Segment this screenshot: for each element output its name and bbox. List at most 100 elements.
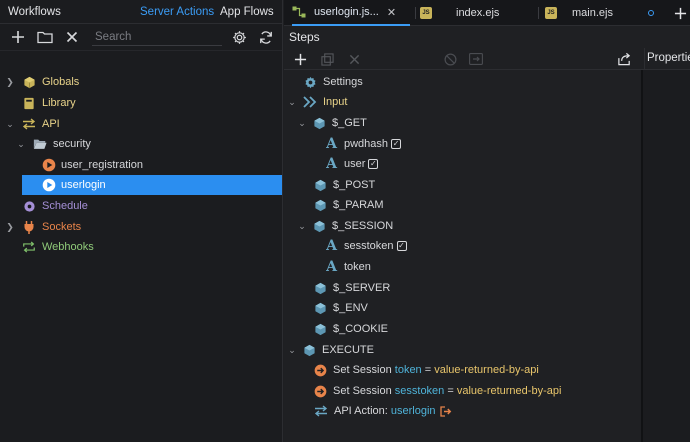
tree-item-label: Globals [42,76,80,88]
tree-item-security[interactable]: ⌄ security [0,134,282,154]
goto-icon[interactable] [439,405,452,417]
cube-icon [315,323,326,335]
cube-icon [315,199,326,211]
step-execute[interactable]: ⌄ EXECUTE [287,340,374,360]
cube-icon [314,220,325,232]
step-set-session-sesstoken[interactable]: Set Session sesstoken = value-returned-b… [314,381,561,401]
tree-item-api[interactable]: ⌄ API [0,114,282,134]
tree-item-userlogin[interactable]: userlogin [22,175,282,195]
checkbox-checked[interactable]: ✓ [396,241,407,251]
tree-item-library[interactable]: Library [0,93,282,113]
session-var: token [394,364,422,376]
tree-item-label: user_registration [61,159,143,171]
tab-userlogin[interactable]: userlogin.js... ✕ [292,0,410,26]
step-sesstoken[interactable]: A sesstoken ✓ [325,236,407,256]
chevron-down-icon[interactable]: ⌄ [297,118,307,129]
step-label: $_GET [332,117,367,129]
delete-step-icon[interactable] [346,51,362,67]
step-label: Input [323,96,348,108]
properties-title: Properties [647,52,690,64]
step-input[interactable]: ⌄ Input [287,92,347,112]
tree-item-label: Webhooks [42,241,94,253]
tree-item-label: userlogin [61,179,106,191]
chevron-down-icon[interactable]: ⌄ [16,139,26,149]
settings-gear-icon[interactable] [231,29,247,45]
tab-app-flows[interactable]: App Flows [220,6,274,18]
text-field-icon: A [326,136,337,152]
checkbox-checked[interactable]: ✓ [368,159,379,169]
folder-open-icon [33,137,47,151]
step-pwdhash[interactable]: A pwdhash ✓ [325,134,402,154]
tree-item-label: API [42,118,60,130]
step-settings[interactable]: Settings [304,72,363,92]
properties-panel [643,70,690,442]
step-prefix: Set Session [333,364,392,376]
step-cookie[interactable]: $_COOKIE [314,319,388,339]
step-server[interactable]: $_SERVER [314,278,390,298]
tab-server-actions[interactable]: Server Actions [140,6,214,18]
tree-item-label: Library [42,97,76,109]
session-value: value-returned-by-api [456,385,562,397]
session-var: sesstoken [394,385,445,397]
left-toolbar [0,24,282,51]
tree-item-sockets[interactable]: ❯ Sockets [0,217,282,237]
cube-icon [314,117,325,129]
copy-icon[interactable] [319,51,335,67]
move-icon[interactable] [468,51,484,67]
step-user[interactable]: A user ✓ [325,154,379,174]
step-param[interactable]: $_PARAM [314,195,384,215]
tree-item-schedule[interactable]: Schedule [0,196,282,216]
chevron-down-icon[interactable]: ⌄ [297,221,307,232]
cube-icon [315,302,326,314]
chevron-down-icon[interactable]: ⌄ [287,345,297,356]
text-field-icon: A [326,156,337,172]
swap-arrows-icon [22,117,36,131]
chevron-down-icon[interactable]: ⌄ [5,119,15,129]
step-label: token [344,261,371,273]
new-tab-icon[interactable] [672,5,688,21]
step-label: $_COOKIE [333,323,389,335]
close-icon[interactable]: ✕ [387,6,396,19]
checkbox-checked[interactable]: ✓ [391,139,402,149]
tree-item-globals[interactable]: ❯ Globals [0,72,282,92]
cube-icon [315,282,326,294]
export-icon[interactable] [616,51,632,67]
double-chevron-icon [303,96,317,108]
tab-main-ejs[interactable]: JS main.ejs [545,0,613,26]
cube-icon [315,179,326,191]
add-step-icon[interactable] [292,51,308,67]
step-get[interactable]: ⌄ $_GET [297,113,367,133]
step-token[interactable]: A token [325,257,371,277]
chevron-right-icon[interactable]: ❯ [5,77,15,87]
tree-item-webhooks[interactable]: Webhooks [0,237,282,257]
step-api-action[interactable]: API Action: userlogin [314,401,452,421]
tree-item-user-registration[interactable]: user_registration [0,155,282,175]
tab-name: main.ejs [572,7,613,19]
refresh-icon[interactable] [258,29,274,45]
api-action-target: userlogin [390,405,436,417]
tab-workflows[interactable]: Workflows [8,6,61,18]
arrow-circle-icon [314,364,327,377]
cube-icon [304,344,315,356]
workflows-panel: Workflows Server Actions App Flows ❯ Glo… [0,0,283,442]
step-post[interactable]: $_POST [314,175,375,195]
step-label: pwdhash [344,138,389,150]
disable-icon[interactable] [442,51,458,67]
search-input[interactable] [92,28,222,46]
step-prefix: API Action: [334,405,388,417]
step-label: Settings [323,76,363,88]
step-set-session-token[interactable]: Set Session token = value-returned-by-ap… [314,360,539,380]
tab-index-ejs[interactable]: JS index.ejs [420,0,499,26]
session-value: value-returned-by-api [434,364,539,376]
gear-icon [22,199,36,213]
chevron-down-icon[interactable]: ⌄ [287,97,297,108]
add-icon[interactable] [10,29,26,45]
step-env[interactable]: $_ENV [314,298,368,318]
chevron-right-icon[interactable]: ❯ [5,222,15,232]
step-session[interactable]: ⌄ $_SESSION [297,216,393,236]
step-label: EXECUTE [322,344,374,356]
new-folder-icon[interactable] [37,29,53,45]
book-icon [22,96,36,110]
delete-icon[interactable] [64,29,80,45]
tree-item-label: Sockets [42,221,82,233]
